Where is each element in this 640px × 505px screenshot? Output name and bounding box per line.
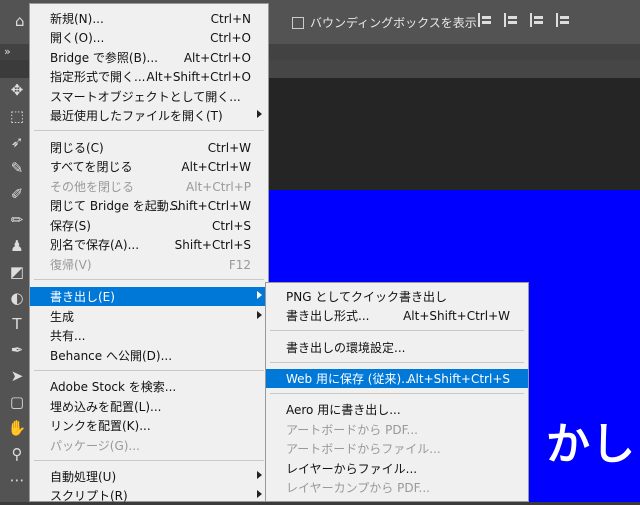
menu-item-package: パッケージ(G)...: [50, 439, 140, 453]
export-submenu: PNG としてクイック書き出し 書き出し形式... Alt+Shift+Ctrl+…: [265, 282, 529, 502]
menu-item-open-smart-object[interactable]: スマートオブジェクトとして開く...: [30, 87, 268, 106]
zoom-tool-icon[interactable]: ⚲: [7, 444, 27, 464]
menu-item-open[interactable]: 開く(O)... Ctrl+O: [30, 28, 268, 47]
submenu-item-save-for-web[interactable]: Web 用に保存 (従来)... Alt+Shift+Ctrl+S: [266, 369, 528, 388]
menu-separator: [270, 393, 524, 394]
menu-separator: [34, 130, 264, 131]
home-icon[interactable]: ⌂: [15, 14, 29, 29]
bounding-box-label: バウンディングボックスを表示: [310, 16, 477, 30]
expand-panels-icon[interactable]: »: [4, 45, 11, 58]
menu-item-browse-bridge[interactable]: Bridge で参照(B)... Alt+Ctrl+O: [30, 48, 268, 67]
align-left-icon[interactable]: [478, 13, 494, 27]
stamp-tool-icon[interactable]: ♟: [7, 236, 27, 256]
submenu-arrow-icon: [257, 291, 262, 299]
menu-item-automate[interactable]: 自動処理(U): [30, 467, 268, 486]
lasso-tool-icon[interactable]: ➶: [7, 132, 27, 152]
menu-item-close[interactable]: 閉じる(C) Ctrl+W: [30, 138, 268, 157]
brush-tool-icon[interactable]: ✏: [7, 210, 27, 230]
menu-item-new[interactable]: 新規(N)... Ctrl+N: [30, 9, 268, 28]
menu-item-open-recent[interactable]: 最近使用したファイルを開く(T): [30, 106, 268, 125]
menu-item-close-others: その他を閉じる Alt+Ctrl+P: [50, 179, 251, 195]
menu-item-open-as[interactable]: 指定形式で開く... Alt+Shift+Ctrl+O: [30, 67, 268, 86]
path-select-tool-icon[interactable]: ➤: [7, 366, 27, 386]
submenu-item-artboards-to-files: アートボードからファイル...: [286, 442, 441, 456]
hand-tool-icon[interactable]: ✋: [7, 418, 27, 438]
menu-item-export[interactable]: 書き出し(E): [30, 287, 268, 306]
menu-item-revert: 復帰(V) F12: [50, 257, 251, 273]
submenu-item-export-preferences[interactable]: 書き出しの環境設定...: [266, 338, 528, 357]
quick-select-tool-icon[interactable]: ✎: [7, 158, 27, 178]
align-buttons: [478, 13, 572, 27]
menu-separator: [270, 330, 524, 331]
submenu-item-export-for-aero[interactable]: Aero 用に書き出し...: [266, 400, 528, 419]
menu-item-close-and-go-to-bridge[interactable]: 閉じて Bridge を起動... Shift+Ctrl+W: [30, 196, 268, 215]
menu-item-place-embedded[interactable]: 埋め込みを配置(L)...: [30, 397, 268, 416]
marquee-tool-icon[interactable]: ⬚: [7, 106, 27, 126]
tools-panel: ✥ ⬚ ➶ ✎ ✐ ✏ ♟ ◩ ◐ T ✒ ➤ ▢ ✋ ⚲ ⋯: [0, 78, 32, 502]
submenu-arrow-icon: [257, 471, 262, 479]
menu-item-share[interactable]: 共有...: [30, 326, 268, 345]
eyedropper-tool-icon[interactable]: ✐: [7, 184, 27, 204]
menu-separator: [270, 362, 524, 363]
menu-separator: [34, 370, 264, 371]
type-tool-icon[interactable]: T: [7, 314, 27, 334]
submenu-arrow-icon: [257, 490, 262, 498]
canvas-pasteboard: [269, 78, 640, 190]
bounding-box-checkbox[interactable]: [292, 16, 304, 29]
pen-tool-icon[interactable]: ✒: [7, 340, 27, 360]
shape-tool-icon[interactable]: ▢: [7, 392, 27, 412]
submenu-item-quick-export-png[interactable]: PNG としてクイック書き出し: [266, 287, 528, 306]
submenu-arrow-icon: [257, 311, 262, 319]
bounding-box-option[interactable]: バウンディングボックスを表示: [292, 14, 477, 31]
menu-item-share-on-behance[interactable]: Behance へ公開(D)...: [30, 346, 268, 365]
menu-item-save[interactable]: 保存(S) Ctrl+S: [30, 216, 268, 235]
align-top-icon[interactable]: [556, 13, 572, 27]
menu-item-place-linked[interactable]: リンクを配置(K)...: [30, 416, 268, 435]
submenu-item-artboards-to-pdf: アートボードから PDF...: [286, 423, 418, 437]
submenu-item-export-as[interactable]: 書き出し形式... Alt+Shift+Ctrl+W: [266, 306, 528, 325]
submenu-item-layer-comps-to-pdf: レイヤーカンプから PDF...: [286, 481, 430, 495]
menu-item-close-all[interactable]: すべてを閉じる Alt+Ctrl+W: [30, 157, 268, 176]
menu-separator: [34, 279, 264, 280]
submenu-item-layers-to-files[interactable]: レイヤーからファイル...: [266, 459, 528, 478]
align-center-icon[interactable]: [504, 13, 520, 27]
menu-item-search-adobe-stock[interactable]: Adobe Stock を検索...: [30, 377, 268, 396]
canvas-text: かし: [546, 419, 636, 470]
eraser-tool-icon[interactable]: ◩: [7, 262, 27, 282]
menu-item-scripts[interactable]: スクリプト(R): [30, 486, 268, 505]
menu-item-save-as[interactable]: 別名で保存(A)... Shift+Ctrl+S: [30, 235, 268, 254]
more-tools-icon[interactable]: ⋯: [7, 470, 27, 490]
menu-item-generate[interactable]: 生成: [30, 307, 268, 326]
file-menu: 新規(N)... Ctrl+N 開く(O)... Ctrl+O Bridge で参照…: [29, 3, 269, 505]
align-right-icon[interactable]: [530, 13, 546, 27]
blur-tool-icon[interactable]: ◐: [7, 288, 27, 308]
menu-separator: [34, 460, 264, 461]
submenu-arrow-icon: [257, 110, 262, 118]
document-tab-area: [269, 60, 640, 78]
move-tool-icon[interactable]: ✥: [7, 80, 27, 100]
